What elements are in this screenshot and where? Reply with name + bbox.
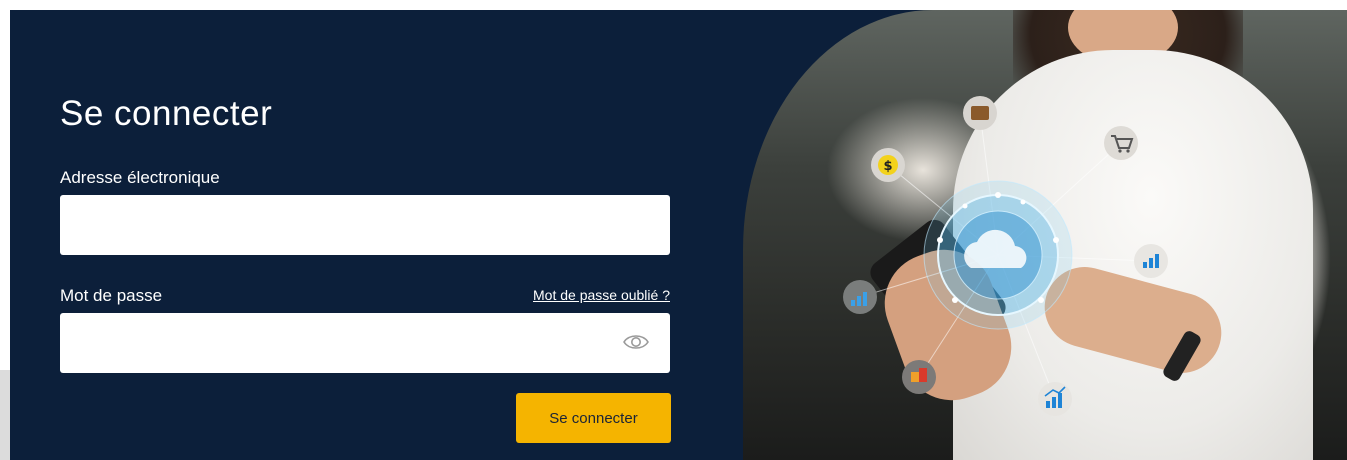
wallet-icon [963, 96, 997, 130]
top-margin [0, 0, 1347, 10]
email-label: Adresse électronique [60, 168, 220, 187]
left-margin [0, 0, 10, 370]
left-margin-shadow [0, 370, 10, 460]
login-button[interactable]: Se connecter [516, 393, 671, 443]
growth-chart-icon [843, 280, 877, 314]
bar-chart-icon [1134, 244, 1168, 278]
password-field[interactable] [60, 313, 670, 373]
forgot-password-link[interactable]: Mot de passe oublié ? [533, 287, 670, 303]
password-label: Mot de passe [60, 286, 163, 305]
shopping-cart-icon [1104, 126, 1138, 160]
box-icon [902, 360, 936, 394]
digital-network-overlay: $ [843, 96, 1168, 416]
login-panel: $ Se connecter Adresse électronique Mot … [10, 10, 1347, 460]
dollar-icon: $ [871, 148, 905, 182]
eye-icon[interactable] [622, 332, 650, 352]
hero-photo: $ [743, 10, 1347, 460]
email-field[interactable] [60, 195, 670, 255]
svg-text:$: $ [883, 159, 892, 174]
page-title: Se connecter [60, 94, 273, 133]
trend-chart-icon [1038, 382, 1072, 416]
